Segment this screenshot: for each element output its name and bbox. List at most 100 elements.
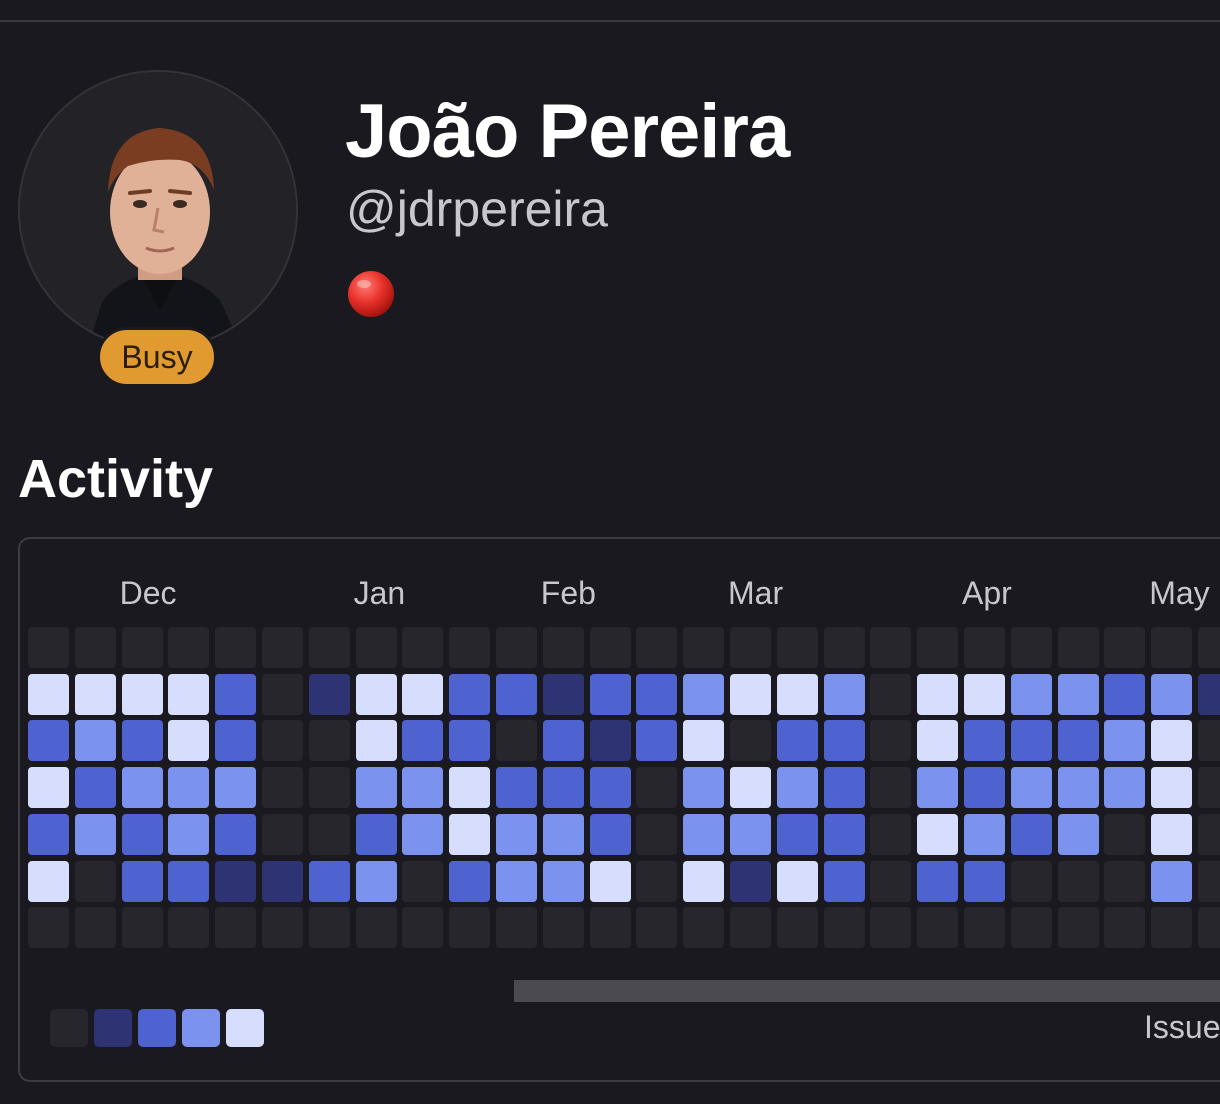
activity-cell[interactable] <box>870 627 912 668</box>
activity-cell[interactable] <box>215 673 257 715</box>
activity-cell[interactable] <box>262 627 303 668</box>
activity-cell[interactable] <box>1151 673 1193 715</box>
activity-cell[interactable] <box>917 720 959 762</box>
activity-cell[interactable] <box>449 860 491 902</box>
activity-cell[interactable] <box>683 813 725 855</box>
activity-cell[interactable] <box>1104 720 1146 762</box>
activity-cell[interactable] <box>262 813 303 855</box>
activity-cell[interactable] <box>215 767 257 809</box>
activity-cell[interactable] <box>823 627 865 668</box>
activity-cell[interactable] <box>28 673 69 715</box>
horizontal-scrollbar[interactable] <box>514 980 1220 1002</box>
activity-cell[interactable] <box>168 767 210 809</box>
activity-cell[interactable] <box>308 720 350 762</box>
activity-cell[interactable] <box>215 860 257 902</box>
activity-cell[interactable] <box>496 720 537 762</box>
activity-cell[interactable] <box>823 767 865 809</box>
activity-cell[interactable] <box>1010 767 1052 809</box>
activity-cell[interactable] <box>636 627 678 668</box>
activity-cell[interactable] <box>74 673 116 715</box>
activity-cell[interactable] <box>1104 627 1146 668</box>
activity-cell[interactable] <box>542 907 584 949</box>
activity-cell[interactable] <box>1151 720 1193 762</box>
activity-cell[interactable] <box>776 673 818 715</box>
activity-cell[interactable] <box>1104 860 1146 902</box>
activity-cell[interactable] <box>496 860 537 902</box>
activity-cell[interactable] <box>1010 627 1052 668</box>
activity-cell[interactable] <box>730 627 771 668</box>
activity-cell[interactable] <box>28 860 69 902</box>
activity-cell[interactable] <box>589 673 631 715</box>
activity-cell[interactable] <box>542 720 584 762</box>
activity-cell[interactable] <box>870 813 912 855</box>
activity-cell[interactable] <box>542 813 584 855</box>
activity-cell[interactable] <box>28 627 69 668</box>
activity-cell[interactable] <box>121 860 163 902</box>
activity-cell[interactable] <box>823 813 865 855</box>
activity-cell[interactable] <box>402 627 444 668</box>
activity-cell[interactable] <box>1198 767 1220 809</box>
activity-cell[interactable] <box>355 673 397 715</box>
activity-cell[interactable] <box>776 767 818 809</box>
activity-cell[interactable] <box>683 907 725 949</box>
activity-cell[interactable] <box>402 860 444 902</box>
activity-cell[interactable] <box>121 767 163 809</box>
activity-cell[interactable] <box>589 767 631 809</box>
activity-cell[interactable] <box>1104 907 1146 949</box>
activity-cell[interactable] <box>1198 673 1220 715</box>
activity-cell[interactable] <box>823 907 865 949</box>
activity-cell[interactable] <box>168 673 210 715</box>
activity-cell[interactable] <box>402 907 444 949</box>
activity-cell[interactable] <box>683 720 725 762</box>
activity-cell[interactable] <box>730 720 771 762</box>
activity-cell[interactable] <box>1151 860 1193 902</box>
activity-cell[interactable] <box>589 627 631 668</box>
activity-cell[interactable] <box>917 673 959 715</box>
activity-cell[interactable] <box>496 813 537 855</box>
activity-cell[interactable] <box>1057 627 1099 668</box>
activity-cell[interactable] <box>215 720 257 762</box>
activity-cell[interactable] <box>262 673 303 715</box>
activity-cell[interactable] <box>355 907 397 949</box>
activity-cell[interactable] <box>542 860 584 902</box>
activity-cell[interactable] <box>776 627 818 668</box>
activity-cell[interactable] <box>542 627 584 668</box>
activity-cell[interactable] <box>823 720 865 762</box>
activity-cell[interactable] <box>870 907 912 949</box>
activity-cell[interactable] <box>496 627 537 668</box>
activity-cell[interactable] <box>870 720 912 762</box>
activity-cell[interactable] <box>121 673 163 715</box>
activity-cell[interactable] <box>308 860 350 902</box>
activity-cell[interactable] <box>74 767 116 809</box>
activity-cell[interactable] <box>730 860 771 902</box>
activity-cell[interactable] <box>121 813 163 855</box>
activity-cell[interactable] <box>74 907 116 949</box>
activity-cell[interactable] <box>355 767 397 809</box>
activity-cell[interactable] <box>589 860 631 902</box>
activity-cell[interactable] <box>449 627 491 668</box>
activity-cell[interactable] <box>917 813 959 855</box>
activity-cell[interactable] <box>1198 813 1220 855</box>
activity-cell[interactable] <box>1010 860 1052 902</box>
activity-cell[interactable] <box>964 860 1005 902</box>
activity-cell[interactable] <box>730 813 771 855</box>
activity-cell[interactable] <box>496 767 537 809</box>
activity-cell[interactable] <box>964 627 1005 668</box>
activity-cell[interactable] <box>542 673 584 715</box>
activity-cell[interactable] <box>730 673 771 715</box>
activity-cell[interactable] <box>730 767 771 809</box>
activity-cell[interactable] <box>215 627 257 668</box>
activity-cell[interactable] <box>1057 767 1099 809</box>
activity-cell[interactable] <box>1057 720 1099 762</box>
activity-cell[interactable] <box>355 860 397 902</box>
activity-cell[interactable] <box>74 813 116 855</box>
activity-cell[interactable] <box>262 720 303 762</box>
activity-cell[interactable] <box>1198 907 1220 949</box>
activity-cell[interactable] <box>1057 860 1099 902</box>
activity-cell[interactable] <box>215 907 257 949</box>
activity-cell[interactable] <box>917 767 959 809</box>
activity-cell[interactable] <box>683 860 725 902</box>
activity-cell[interactable] <box>449 720 491 762</box>
activity-cell[interactable] <box>355 627 397 668</box>
activity-cell[interactable] <box>308 813 350 855</box>
